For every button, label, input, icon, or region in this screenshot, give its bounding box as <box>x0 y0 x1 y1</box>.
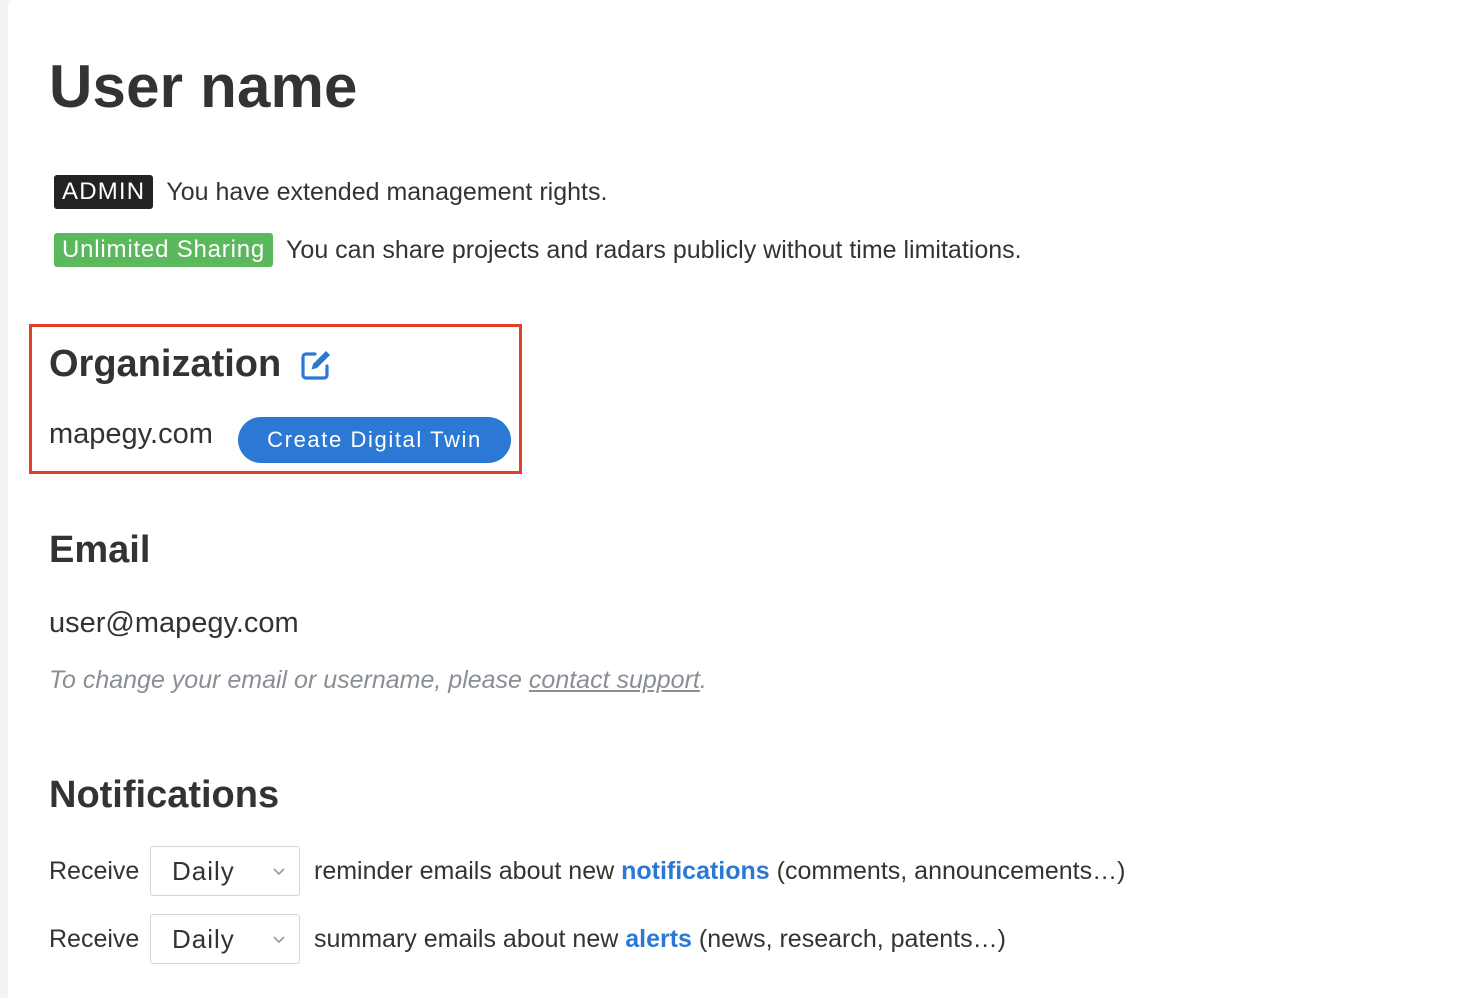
notifications-heading: Notifications <box>49 774 280 816</box>
admin-badge-description: You have extended management rights. <box>166 177 608 206</box>
sharing-badge-row: Unlimited Sharing You can share projects… <box>54 233 1022 267</box>
alert-frequency-value: Daily <box>172 923 235 954</box>
email-change-note: To change your email or username, please… <box>49 666 707 695</box>
unlimited-sharing-badge: Unlimited Sharing <box>54 233 274 267</box>
email-heading: Email <box>49 529 151 571</box>
reminder-text-after: (comments, announcements…) <box>769 856 1126 885</box>
notification-row-reminders: Receive Daily reminder emails about new … <box>49 846 1125 896</box>
page-title: User name <box>49 53 358 120</box>
profile-card: User name ADMIN You have extended manage… <box>8 0 1472 998</box>
contact-support-link[interactable]: contact support <box>529 666 700 694</box>
alert-text-before: summary emails about new <box>314 924 626 953</box>
chevron-down-icon <box>273 868 285 876</box>
edit-icon[interactable] <box>299 348 333 382</box>
reminder-description: reminder emails about new notifications … <box>314 857 1125 886</box>
admin-badge: ADMIN <box>54 175 154 209</box>
alert-text-after: (news, research, patents…) <box>691 924 1006 953</box>
alerts-link[interactable]: alerts <box>625 925 692 953</box>
alert-frequency-select[interactable]: Daily <box>150 914 300 964</box>
email-note-prefix: To change your email or username, please <box>49 666 529 694</box>
email-value: user@mapegy.com <box>49 607 299 639</box>
notifications-link[interactable]: notifications <box>621 857 770 885</box>
receive-label: Receive <box>49 856 140 885</box>
email-note-suffix: . <box>699 666 707 694</box>
organization-heading: Organization <box>49 343 282 385</box>
notification-row-alerts: Receive Daily summary emails about new a… <box>49 914 1006 964</box>
alert-description: summary emails about new alerts (news, r… <box>314 925 1006 954</box>
reminder-text-before: reminder emails about new <box>314 856 622 885</box>
admin-badge-row: ADMIN You have extended management right… <box>54 175 607 209</box>
receive-label: Receive <box>49 924 140 953</box>
reminder-frequency-select[interactable]: Daily <box>150 846 300 896</box>
organization-value: mapegy.com <box>49 418 213 450</box>
reminder-frequency-value: Daily <box>172 855 235 886</box>
chevron-down-icon <box>273 936 285 944</box>
organization-heading-row: Organization <box>49 343 333 386</box>
create-digital-twin-button[interactable]: Create Digital Twin <box>238 417 511 463</box>
sharing-badge-description: You can share projects and radars public… <box>286 235 1022 264</box>
